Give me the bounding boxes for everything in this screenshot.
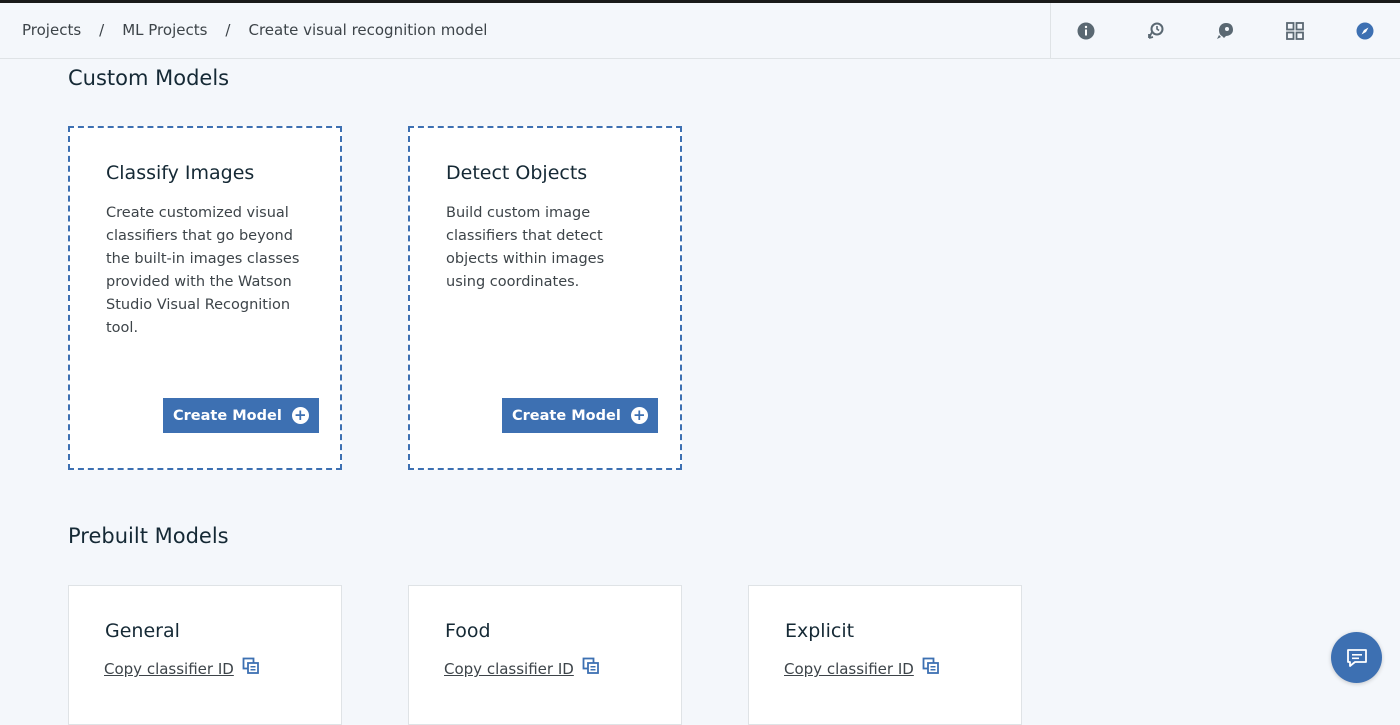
card-title: Classify Images	[106, 162, 255, 184]
plus-circle-icon: +	[630, 407, 648, 424]
chat-button[interactable]	[1331, 632, 1382, 683]
card-description: Create customized visual classifiers tha…	[106, 205, 300, 336]
header-toolbar	[1050, 3, 1400, 58]
apps-grid-button[interactable]	[1260, 3, 1330, 58]
create-model-button[interactable]: Create Model +	[502, 398, 658, 433]
card-title: Explicit	[785, 620, 855, 642]
food-model-card[interactable]: Food Copy classifier ID	[408, 585, 682, 725]
history-button[interactable]	[1121, 3, 1191, 58]
card-title: Food	[445, 620, 491, 642]
breadcrumb-separator: /	[99, 21, 105, 39]
card-description: Build custom image classifiers that dete…	[446, 205, 605, 290]
deploy-icon	[1217, 22, 1234, 39]
explicit-model-card[interactable]: Explicit Copy classifier ID	[748, 585, 1022, 725]
info-icon	[1077, 22, 1095, 39]
copy-classifier-id-link[interactable]: Copy classifier ID	[784, 657, 940, 678]
copy-classifier-id-link[interactable]: Copy classifier ID	[104, 657, 260, 678]
button-label: Create Model	[173, 407, 282, 424]
compass-button[interactable]	[1330, 3, 1400, 58]
link-label: Copy classifier ID	[784, 660, 914, 678]
plus-circle-icon: +	[291, 407, 309, 424]
breadcrumb-ml-projects[interactable]: ML Projects	[122, 21, 207, 39]
top-header: Projects / ML Projects / Create visual r…	[0, 3, 1400, 59]
general-model-card[interactable]: General Copy classifier ID	[68, 585, 342, 725]
copy-classifier-id-link[interactable]: Copy classifier ID	[444, 657, 600, 678]
custom-models-title: Custom Models	[68, 66, 230, 90]
breadcrumb-separator: /	[225, 21, 231, 39]
copy-icon	[922, 657, 939, 674]
breadcrumb-current: Create visual recognition model	[248, 21, 488, 39]
deploy-button[interactable]	[1191, 3, 1261, 58]
create-model-button[interactable]: Create Model +	[163, 398, 319, 433]
link-label: Copy classifier ID	[444, 660, 574, 678]
apps-grid-icon	[1286, 21, 1305, 40]
chat-icon	[1346, 648, 1367, 667]
copy-icon	[242, 657, 259, 674]
info-button[interactable]	[1051, 3, 1121, 58]
card-title: General	[105, 620, 180, 642]
classify-images-card: Classify Images Create customized visual…	[68, 126, 342, 470]
link-label: Copy classifier ID	[104, 660, 234, 678]
history-icon	[1147, 22, 1164, 39]
button-label: Create Model	[512, 407, 621, 424]
card-title: Detect Objects	[446, 162, 588, 184]
detect-objects-card: Detect Objects Build custom image classi…	[408, 126, 682, 470]
compass-icon	[1356, 22, 1374, 39]
breadcrumb: Projects / ML Projects / Create visual r…	[22, 3, 487, 57]
copy-icon	[582, 657, 599, 674]
prebuilt-models-title: Prebuilt Models	[68, 524, 229, 548]
breadcrumb-projects[interactable]: Projects	[22, 21, 81, 39]
